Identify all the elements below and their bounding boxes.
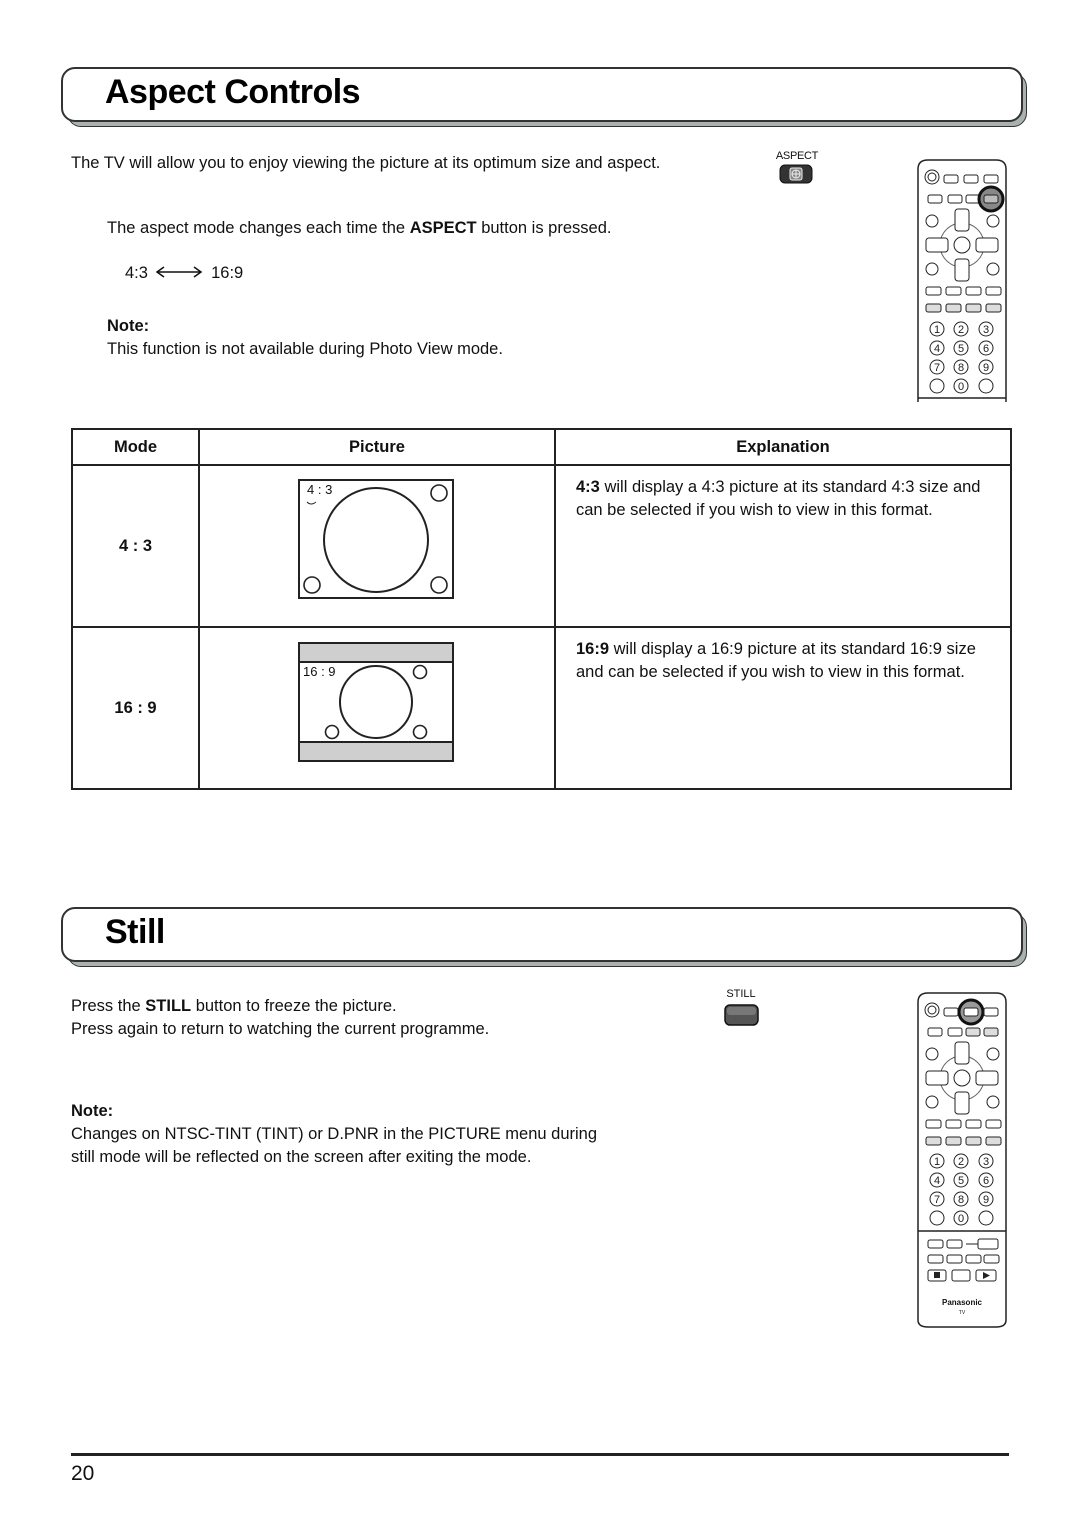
section-title: Aspect Controls: [105, 73, 361, 111]
svg-text:6: 6: [983, 1175, 989, 1187]
table-header-row: Mode Picture Explanation: [71, 428, 1012, 466]
explanation-bold: 16:9: [576, 640, 610, 658]
aspect-controls-header: Aspect Controls: [61, 67, 1027, 127]
svg-text:2: 2: [958, 1156, 964, 1168]
still-note-line-1: Changes on NTSC-TINT (TINT) or D.PNR in …: [71, 1125, 598, 1143]
svg-text:5: 5: [958, 343, 964, 355]
picture-label: 4 : 3: [307, 482, 333, 497]
svg-text:3: 3: [983, 324, 989, 336]
aspect-instruction: The aspect mode changes each time the AS…: [107, 217, 611, 240]
still-line1-prefix: Press the: [71, 997, 146, 1015]
picture-cell: 16 : 9: [198, 626, 556, 790]
picture-label: 16 : 9: [303, 664, 336, 679]
explanation-text: will display a 16:9 picture at its stand…: [576, 640, 976, 681]
svg-text:0: 0: [958, 1213, 964, 1225]
still-header: Still: [61, 907, 1027, 967]
header-explanation: Explanation: [554, 428, 1012, 466]
svg-text:1: 1: [934, 1156, 940, 1168]
still-line-1: Press the STILL button to freeze the pic…: [71, 995, 397, 1018]
aspect-note-label: Note:: [107, 317, 150, 335]
aspect-button-caption: ASPECT: [775, 150, 819, 162]
still-line-2: Press again to return to watching the cu…: [71, 1020, 490, 1038]
svg-text:8: 8: [958, 362, 964, 374]
svg-text:5: 5: [958, 1175, 964, 1187]
remote-brand-sub: TV: [958, 1310, 966, 1316]
aspect-modes-table: Mode Picture Explanation 4 : 3 4 : 3 4:3…: [71, 428, 1012, 790]
instruction-suffix: button is pressed.: [476, 219, 612, 237]
picture-16-9-diagram: 16 : 9: [298, 642, 454, 762]
svg-text:3: 3: [983, 1156, 989, 1168]
svg-text:9: 9: [983, 1194, 989, 1206]
cycle-from: 4:3: [125, 264, 148, 282]
remote-control-illustration-still: 1 2 3 4 5 6 7 8 9 0 Panasonic TV: [914, 990, 1010, 1335]
svg-text:9: 9: [983, 362, 989, 374]
remote-control-illustration-aspect: 1 2 3 4 5 6 7 8 9 0: [914, 157, 1010, 407]
instruction-prefix: The aspect mode changes each time the: [107, 219, 410, 237]
explanation-cell: 16:9 will display a 16:9 picture at its …: [554, 626, 1012, 790]
explanation-bold: 4:3: [576, 478, 600, 496]
section-title: Still: [105, 913, 165, 951]
aspect-intro: The TV will allow you to enjoy viewing t…: [71, 154, 661, 172]
mode-cell: 16 : 9: [71, 626, 200, 790]
picture-4-3-diagram: 4 : 3: [298, 479, 454, 599]
svg-text:4: 4: [934, 1175, 940, 1187]
remote-brand: Panasonic: [941, 1298, 982, 1307]
aspect-cycle: 4:3 16:9: [125, 262, 243, 285]
svg-text:8: 8: [958, 1194, 964, 1206]
still-note-line-2: still mode will be reflected on the scre…: [71, 1148, 532, 1166]
svg-text:7: 7: [934, 1194, 940, 1206]
mode-cell: 4 : 3: [71, 464, 200, 628]
instruction-bold: ASPECT: [409, 219, 477, 237]
explanation-cell: 4:3 will display a 4:3 picture at its st…: [554, 464, 1012, 628]
table-row: 4 : 3 4 : 3 4:3 will display a 4:3 pictu…: [71, 464, 1012, 628]
still-line1-suffix: button to freeze the picture.: [191, 997, 397, 1015]
svg-text:1: 1: [934, 324, 940, 336]
cycle-to: 16:9: [211, 264, 244, 282]
explanation-text: will display a 4:3 picture at its standa…: [576, 478, 981, 519]
still-line1-bold: STILL: [145, 997, 192, 1015]
svg-text:6: 6: [983, 343, 989, 355]
svg-text:2: 2: [958, 324, 964, 336]
still-button-caption: STILL: [726, 988, 756, 1000]
svg-text:4: 4: [934, 343, 940, 355]
still-button-icon: [724, 1004, 759, 1026]
page-number: 20: [71, 1462, 95, 1485]
picture-cell: 4 : 3: [198, 464, 556, 628]
header-box: [61, 907, 1023, 962]
footer-rule: [71, 1453, 1009, 1456]
header-mode: Mode: [71, 428, 200, 466]
aspect-note-text: This function is not available during Ph…: [107, 340, 503, 358]
svg-text:0: 0: [958, 381, 964, 393]
cycle-arrow-icon: [155, 262, 205, 285]
still-note-label: Note:: [71, 1102, 114, 1120]
table-row: 16 : 9 16 : 9 16:9 will display a 16:9 p…: [71, 626, 1012, 790]
svg-text:7: 7: [934, 362, 940, 374]
aspect-button-icon: [779, 164, 813, 184]
header-picture: Picture: [198, 428, 556, 466]
